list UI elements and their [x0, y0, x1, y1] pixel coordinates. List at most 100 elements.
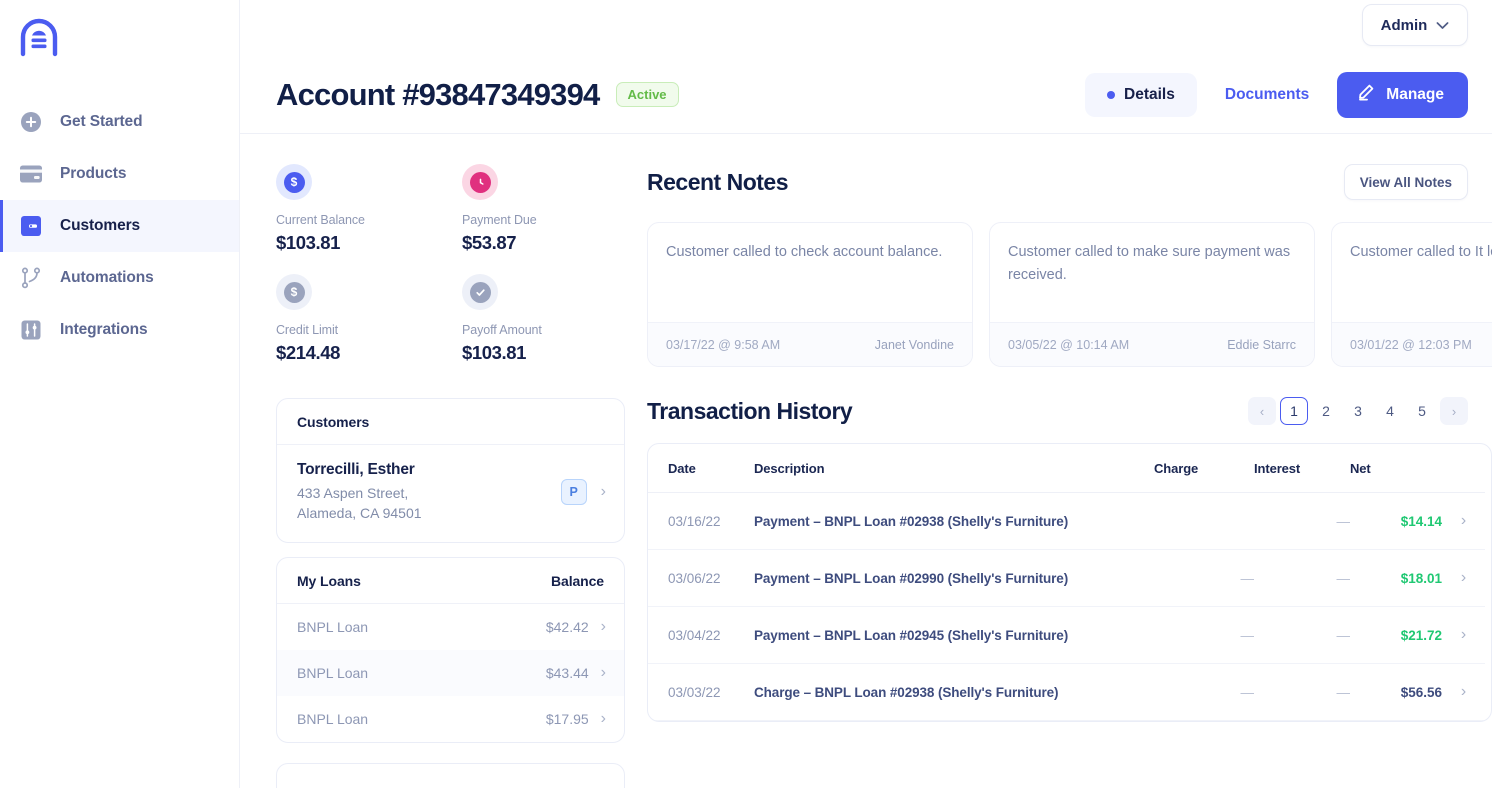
cell-charge: — [1154, 663, 1254, 721]
table-row[interactable]: 03/16/22 Payment – BNPL Loan #02938 (She… [648, 492, 1485, 550]
transaction-table-body: 03/16/22 Payment – BNPL Loan #02938 (She… [648, 492, 1485, 721]
loan-row[interactable]: BNPL Loan $43.44 › [277, 649, 624, 696]
pagination-page-3[interactable]: 3 [1344, 397, 1372, 425]
sliders-icon [18, 317, 44, 343]
stat-value: $103.81 [462, 342, 527, 363]
pencil-icon [1357, 83, 1375, 106]
address-line-2: Alameda, CA 94501 [297, 504, 422, 521]
logo[interactable] [0, 8, 239, 70]
pagination-page-4[interactable]: 4 [1376, 397, 1404, 425]
admin-menu-button[interactable]: Admin [1362, 4, 1468, 46]
table-header-row: Date Description Charge Interest Net [648, 444, 1485, 493]
left-column: $ Current Balance $103.81 Payment Due $5… [240, 164, 625, 788]
loans-balance-heading: Balance [551, 572, 604, 589]
dollar-icon: $ [276, 274, 312, 310]
customers-card-heading: Customers [277, 399, 624, 445]
sidebar-item-products[interactable]: Products [0, 148, 239, 200]
row-chevron-right-icon[interactable]: › [1442, 549, 1485, 607]
note-timestamp: 03/17/22 @ 9:58 AM [666, 337, 781, 352]
loan-balance: $43.44 [545, 664, 589, 681]
recent-notes-title: Recent Notes [647, 168, 788, 195]
table-row[interactable]: 03/06/22 Payment – BNPL Loan #02990 (She… [648, 549, 1485, 607]
sidebar-item-label: Automations [60, 269, 154, 286]
sidebar: Get Started Products Customers Automatio… [0, 0, 240, 788]
manage-button[interactable]: Manage [1337, 71, 1468, 118]
note-card[interactable]: Customer called to make sure payment was… [989, 222, 1315, 367]
stat-tiles: $ Current Balance $103.81 Payment Due $5… [276, 164, 626, 384]
note-author: Eddie Starrc [1227, 337, 1296, 352]
main-content: Admin Account #93847349394 Active Detail… [240, 0, 1492, 788]
loan-label: BNPL Loan [297, 618, 369, 635]
sidebar-item-label: Integrations [60, 321, 148, 338]
table-row[interactable]: 03/03/22 Charge – BNPL Loan #02938 (Shel… [648, 663, 1485, 721]
cell-date: 03/04/22 [648, 606, 754, 664]
note-author: Janet Vondine [874, 337, 954, 352]
loan-balance: $42.42 [545, 618, 589, 635]
primary-badge[interactable]: P [560, 479, 587, 506]
chevron-right-icon: › [600, 483, 606, 501]
sidebar-nav: Get Started Products Customers Automatio… [0, 96, 239, 356]
stat-payoff-amount: Payoff Amount $103.81 [462, 274, 622, 364]
cell-net: $18.01 [1350, 549, 1442, 607]
transaction-table-card: Date Description Charge Interest Net 03/… [647, 443, 1492, 722]
sidebar-item-get-started[interactable]: Get Started [0, 96, 239, 148]
loan-row[interactable]: BNPL Loan $17.95 › [277, 696, 624, 742]
note-timestamp: 03/01/22 @ 12:03 PM [1350, 337, 1472, 352]
pagination-page-1[interactable]: 1 [1280, 397, 1308, 425]
my-loans-card: My Loans Balance BNPL Loan $42.42 › BNPL… [276, 556, 625, 743]
chevron-right-icon: › [600, 663, 606, 681]
tab-details[interactable]: Details [1085, 72, 1197, 117]
cell-description: Charge – BNPL Loan #02938 (Shelly's Furn… [754, 663, 1154, 721]
note-card[interactable]: Customer called to check account balance… [647, 222, 973, 367]
branch-icon [18, 265, 44, 291]
customer-row-actions: P › [560, 479, 606, 506]
note-card[interactable]: Customer called to It looks like an auto… [1331, 222, 1492, 367]
address-line-1: 433 Aspen Street, [297, 485, 409, 501]
column-header-spacer [1442, 444, 1485, 493]
stat-label: Credit Limit [276, 323, 339, 337]
loan-balance: $17.95 [545, 710, 589, 727]
page-header: Account #93847349394 Active Details Docu… [240, 50, 1492, 134]
row-chevron-right-icon[interactable]: › [1442, 663, 1485, 721]
customer-address: 433 Aspen Street, Alameda, CA 94501 [297, 484, 422, 524]
pagination: ‹ 1 2 3 4 5 › [1248, 397, 1468, 425]
column-header-description: Description [754, 444, 1154, 493]
stat-current-balance: $ Current Balance $103.81 [276, 164, 462, 254]
transaction-table-head: Date Description Charge Interest Net [648, 444, 1485, 493]
customer-row[interactable]: Torrecilli, Esther 433 Aspen Street, Ala… [277, 445, 624, 542]
cell-net: $56.56 [1350, 663, 1442, 721]
additional-card-placeholder [276, 762, 625, 788]
pagination-page-5[interactable]: 5 [1408, 397, 1436, 425]
sidebar-item-automations[interactable]: Automations [0, 252, 239, 304]
tab-documents-label: Documents [1224, 85, 1310, 103]
sidebar-item-label: Customers [60, 217, 141, 234]
clock-icon [462, 164, 498, 200]
pagination-page-2[interactable]: 2 [1312, 397, 1340, 425]
row-chevron-right-icon[interactable]: › [1442, 492, 1485, 550]
tab-documents[interactable]: Documents [1201, 73, 1333, 117]
plus-circle-icon [18, 109, 44, 135]
stat-value: $214.48 [276, 342, 341, 363]
loan-label: BNPL Loan [297, 710, 369, 727]
sidebar-item-customers[interactable]: Customers [0, 200, 239, 252]
loans-heading-label: My Loans [297, 572, 361, 589]
cell-charge [1154, 492, 1254, 550]
view-all-notes-button[interactable]: View All Notes [1343, 164, 1468, 200]
dollar-icon: $ [276, 164, 312, 200]
column-header-net: Net [1350, 444, 1442, 493]
pagination-next[interactable]: › [1440, 397, 1468, 425]
stat-label: Current Balance [276, 213, 365, 227]
transaction-table: Date Description Charge Interest Net 03/… [648, 444, 1485, 721]
card-icon [18, 161, 44, 187]
transaction-history-title: Transaction History [647, 397, 853, 424]
status-badge: Active [615, 82, 679, 107]
loan-row[interactable]: BNPL Loan $42.42 › [277, 604, 624, 650]
pagination-prev[interactable]: ‹ [1248, 397, 1276, 425]
row-chevron-right-icon[interactable]: › [1442, 606, 1485, 664]
right-column: Recent Notes View All Notes Customer cal… [625, 164, 1492, 788]
note-text: Customer called to make sure payment was… [1008, 244, 1291, 284]
sidebar-item-label: Products [60, 165, 127, 182]
table-row[interactable]: 03/04/22 Payment – BNPL Loan #02945 (She… [648, 606, 1485, 664]
check-icon [462, 274, 498, 310]
sidebar-item-integrations[interactable]: Integrations [0, 304, 239, 356]
